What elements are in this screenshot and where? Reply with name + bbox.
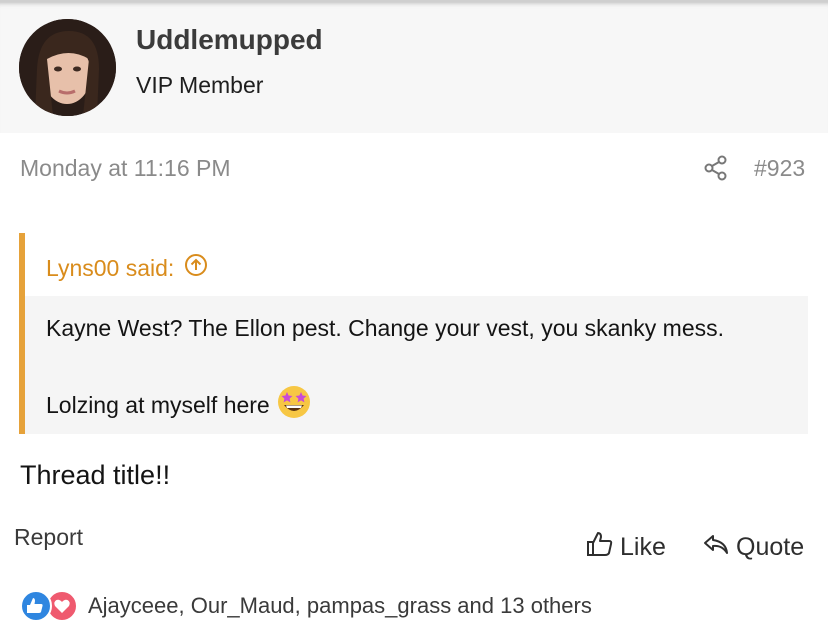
- arrow-up-circle-icon: [184, 253, 208, 283]
- username[interactable]: Uddlemupped: [136, 24, 323, 56]
- like-reaction-icon: [20, 590, 52, 622]
- share-icon[interactable]: [703, 155, 729, 181]
- thumbs-up-icon: [586, 530, 614, 565]
- reactions-bar[interactable]: Ajayceee, Our_Maud, pampas_grass and 13 …: [20, 590, 592, 622]
- like-button[interactable]: Like: [586, 530, 666, 565]
- quote-text-line1: Kayne West? The Ellon pest. Change your …: [46, 315, 724, 341]
- star-struck-emoji-icon: [276, 384, 312, 426]
- quote-block: Lyns00 said: Kayne West? The Ellon pest.…: [19, 233, 808, 434]
- post-body: Thread title!!: [20, 460, 171, 490]
- post-number[interactable]: #923: [754, 155, 805, 182]
- reaction-users[interactable]: Ajayceee, Our_Maud, pampas_grass and 13 …: [88, 593, 592, 619]
- report-link[interactable]: Report: [14, 524, 83, 551]
- quote-author-link[interactable]: Lyns00 said:: [46, 253, 208, 283]
- reply-arrow-icon: [702, 530, 730, 565]
- user-header: Uddlemupped VIP Member: [0, 0, 828, 133]
- post-date[interactable]: Monday at 11:16 PM: [20, 155, 231, 182]
- quote-text-line2: Lolzing at myself here: [46, 391, 270, 418]
- like-label: Like: [620, 533, 666, 561]
- avatar[interactable]: [19, 19, 116, 116]
- quote-author-label: Lyns00 said:: [46, 254, 175, 281]
- quote-button[interactable]: Quote: [702, 530, 804, 565]
- reaction-icons: [20, 590, 84, 622]
- quote-header: Lyns00 said:: [25, 233, 808, 296]
- user-title: VIP Member: [136, 72, 264, 98]
- quote-label: Quote: [736, 533, 805, 561]
- quote-body: Kayne West? The Ellon pest. Change your …: [25, 296, 808, 434]
- quote-text-line2-row: Lolzing at myself here: [46, 384, 312, 426]
- avatar-image: [19, 19, 116, 116]
